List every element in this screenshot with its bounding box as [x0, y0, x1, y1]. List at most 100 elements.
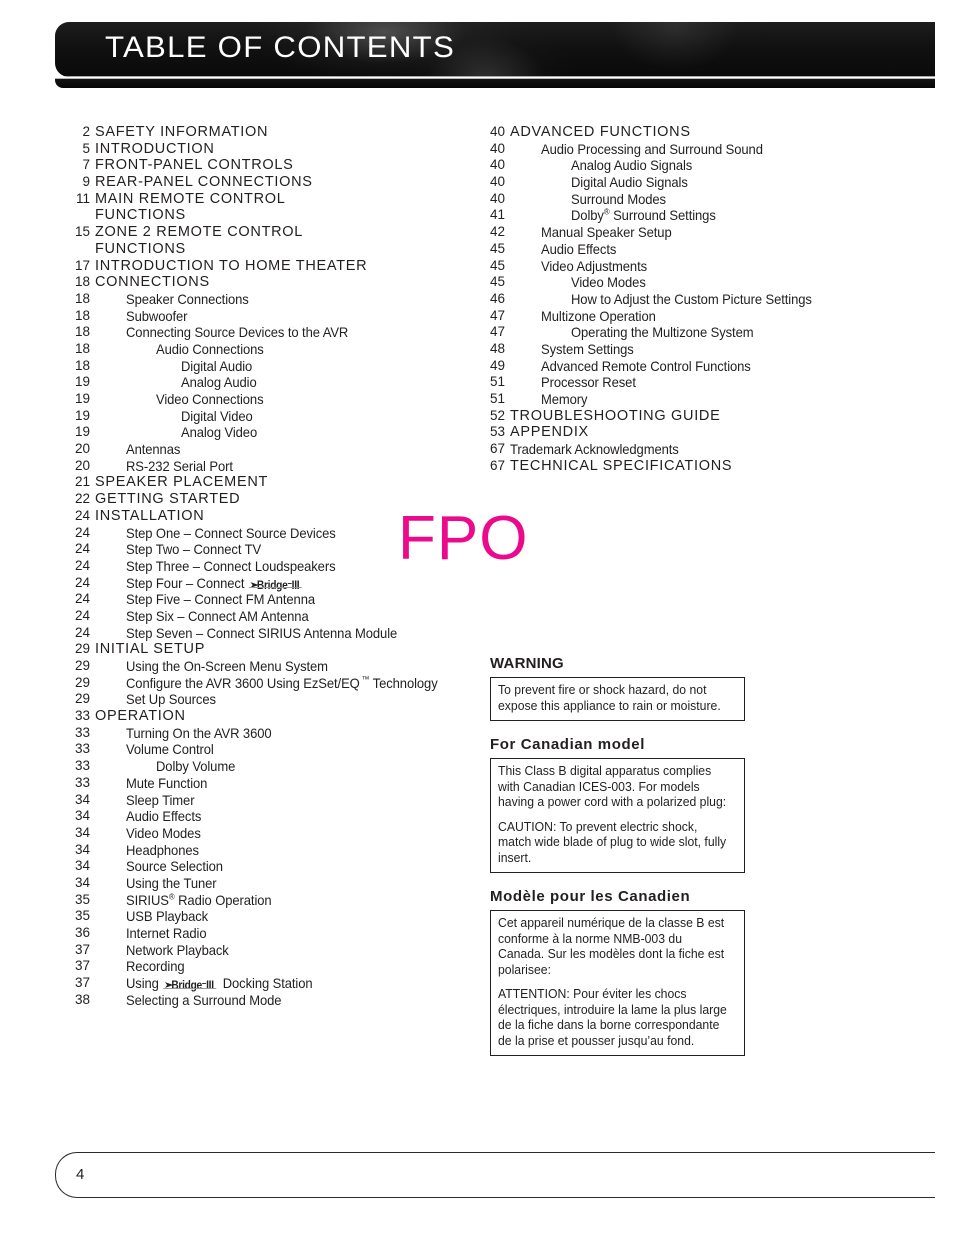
toc-entry[interactable]: 7 FRONT-PANEL CONTROLS	[62, 157, 472, 174]
toc-entry[interactable]: 40 Digital Audio Signals	[477, 174, 897, 191]
toc-entry-label: Subwoofer	[126, 308, 188, 325]
toc-entry[interactable]: 40 Audio Processing and Surround Sound	[477, 141, 897, 158]
toc-entry[interactable]: 47 Operating the Multizone System	[477, 324, 897, 341]
toc-entry[interactable]: 19 Video Connections	[62, 391, 472, 408]
notice-box: Cet appareil numérique de la classe B es…	[490, 910, 745, 1056]
toc-entry-page-number: 51	[489, 391, 505, 406]
toc-entry[interactable]: 19 Digital Video	[62, 408, 472, 425]
toc-entry[interactable]: 36 Internet Radio	[62, 925, 472, 942]
toc-entry[interactable]: 42 Manual Speaker Setup	[477, 224, 897, 241]
toc-entry[interactable]: 52 TROUBLESHOOTING GUIDE	[477, 408, 897, 425]
toc-entry-label-text: Video Modes	[126, 824, 201, 841]
toc-entry[interactable]: 17 INTRODUCTION TO HOME THEATER	[62, 258, 472, 275]
toc-entry[interactable]: 46 How to Adjust the Custom Picture Setti…	[477, 291, 897, 308]
toc-entry-page-number: 29	[74, 641, 90, 657]
toc-entry[interactable]: 18 Speaker Connections	[62, 291, 472, 308]
toc-entry[interactable]: 29 Configure the AVR 3600 Using EzSet/EQ ™…	[62, 675, 472, 692]
toc-entry[interactable]: 5 INTRODUCTION	[62, 141, 472, 158]
toc-entry[interactable]: 2 SAFETY INFORMATION	[62, 124, 472, 141]
toc-entry[interactable]: 24 Step Six – Connect AM Antenna	[62, 608, 472, 625]
toc-entry-label-text: INTRODUCTION	[95, 140, 215, 157]
toc-entry[interactable]: 18 Audio Connections	[62, 341, 472, 358]
toc-entry[interactable]: 20 Antennas	[62, 441, 472, 458]
toc-entry[interactable]: 34 Video Modes	[62, 825, 472, 842]
toc-entry[interactable]: 37 Recording	[62, 958, 472, 975]
toc-entry-label-text: FUNCTIONS	[95, 207, 186, 224]
toc-entry[interactable]: 24 Step Seven – Connect SIRIUS Antenna Mo…	[62, 625, 472, 642]
toc-entry-label: Surround Modes	[571, 191, 666, 208]
toc-entry[interactable]: 29 Using the On-Screen Menu System	[62, 658, 472, 675]
toc-entry-label-text: Audio Processing and Surround Sound	[541, 140, 763, 157]
toc-entry[interactable]: 24 Step Five – Connect FM Antenna	[62, 591, 472, 608]
notice-paragraph: ATTENTION: Pour éviter les chocs électri…	[498, 987, 727, 1048]
toc-entry[interactable]: 15 ZONE 2 REMOTE CONTROL	[62, 224, 472, 241]
toc-entry-page-number: 29	[74, 674, 90, 690]
toc-entry-page-number: 34	[74, 874, 90, 890]
toc-entry[interactable]: 67 Trademark Acknowledgments	[477, 441, 897, 458]
toc-entry-label-text: INITIAL SETUP	[95, 641, 206, 658]
toc-entry-label-text: OPERATION	[95, 708, 186, 725]
toc-entry[interactable]: 18 Connecting Source Devices to the AVR	[62, 324, 472, 341]
toc-entry[interactable]: 34 Source Selection	[62, 858, 472, 875]
toc-entry[interactable]: 37 Using ➤Bridge–III Docking Station	[62, 975, 472, 992]
toc-entry[interactable]: 34 Audio Effects	[62, 808, 472, 825]
toc-entry[interactable]: 9 REAR-PANEL CONNECTIONS	[62, 174, 472, 191]
toc-entry-label: RS-232 Serial Port	[126, 458, 233, 475]
toc-entry[interactable]: 33 Turning On the AVR 3600	[62, 725, 472, 742]
toc-entry-label-text: REAR-PANEL CONNECTIONS	[95, 174, 313, 191]
toc-entry[interactable]: 34 Headphones	[62, 842, 472, 859]
toc-entry[interactable]: 40 ADVANCED FUNCTIONS	[477, 124, 897, 141]
toc-entry[interactable]: FUNCTIONS	[62, 207, 472, 224]
toc-entry-label-text: ADVANCED FUNCTIONS	[510, 124, 691, 140]
toc-entry[interactable]: 18 Digital Audio	[62, 358, 472, 375]
toc-entry-page-number: 46	[489, 290, 505, 306]
toc-entry-label-text: Mute Function	[126, 774, 208, 791]
toc-entry[interactable]: 41 Dolby® Surround Settings	[477, 207, 897, 224]
toc-entry-label: Audio Processing and Surround Sound	[541, 141, 763, 158]
toc-entry[interactable]: 35 USB Playback	[62, 908, 472, 925]
toc-entry[interactable]: 49 Advanced Remote Control Functions	[477, 358, 897, 375]
toc-entry[interactable]: 19 Analog Audio	[62, 374, 472, 391]
toc-entry[interactable]: 18 Subwoofer	[62, 308, 472, 325]
toc-entry[interactable]: 35 SIRIUS® Radio Operation	[62, 892, 472, 909]
toc-entry[interactable]: 51 Memory	[477, 391, 897, 408]
toc-entry[interactable]: 33 OPERATION	[62, 708, 472, 725]
toc-entry[interactable]: 34 Sleep Timer	[62, 792, 472, 809]
toc-entry-label-text: INTRODUCTION TO HOME THEATER	[95, 257, 368, 274]
toc-entry[interactable]: 21 SPEAKER PLACEMENT	[62, 474, 472, 491]
toc-entry-label-text: Audio Connections	[156, 340, 264, 357]
toc-entry-label: Processor Reset	[541, 374, 636, 391]
toc-entry[interactable]: 19 Analog Video	[62, 424, 472, 441]
toc-entry-label-text: TROUBLESHOOTING GUIDE	[510, 407, 721, 424]
toc-entry[interactable]: 40 Surround Modes	[477, 191, 897, 208]
toc-entry[interactable]: 20 RS-232 Serial Port	[62, 458, 472, 475]
toc-entry-label-text: FUNCTIONS	[95, 240, 186, 257]
toc-entry[interactable]: 38 Selecting a Surround Mode	[62, 992, 472, 1009]
toc-entry-label-text: Advanced Remote Control Functions	[541, 357, 751, 374]
toc-entry[interactable]: 51 Processor Reset	[477, 374, 897, 391]
toc-entry[interactable]: 45 Video Adjustments	[477, 258, 897, 275]
toc-entry-label: Internet Radio	[126, 925, 207, 942]
toc-entry[interactable]: 40 Analog Audio Signals	[477, 157, 897, 174]
toc-entry[interactable]: FUNCTIONS	[62, 241, 472, 258]
toc-entry[interactable]: 48 System Settings	[477, 341, 897, 358]
toc-entry[interactable]: 34 Using the Tuner	[62, 875, 472, 892]
toc-entry[interactable]: 29 INITIAL SETUP	[62, 641, 472, 658]
toc-entry-page-number: 42	[489, 224, 505, 240]
toc-entry-label-text: Dolby Volume	[156, 758, 236, 775]
toc-entry[interactable]: 53 APPENDIX	[477, 424, 897, 441]
toc-entry[interactable]: 29 Set Up Sources	[62, 691, 472, 708]
toc-entry[interactable]: 11 MAIN REMOTE CONTROL	[62, 191, 472, 208]
toc-entry[interactable]: 24 Step Four – Connect ➤Bridge–III	[62, 575, 472, 592]
toc-entry[interactable]: 33 Mute Function	[62, 775, 472, 792]
toc-entry[interactable]: 37 Network Playback	[62, 942, 472, 959]
toc-entry[interactable]: 33 Dolby Volume	[62, 758, 472, 775]
toc-entry[interactable]: 47 Multizone Operation	[477, 308, 897, 325]
toc-entry-label-text: Trademark Acknowledgments	[510, 441, 679, 458]
toc-entry[interactable]: 67 TECHNICAL SPECIFICATIONS	[477, 458, 897, 475]
toc-entry[interactable]: 18 CONNECTIONS	[62, 274, 472, 291]
toc-entry[interactable]: 45 Video Modes	[477, 274, 897, 291]
notice-heading: WARNING	[490, 655, 564, 672]
toc-entry[interactable]: 45 Audio Effects	[477, 241, 897, 258]
toc-entry[interactable]: 33 Volume Control	[62, 741, 472, 758]
